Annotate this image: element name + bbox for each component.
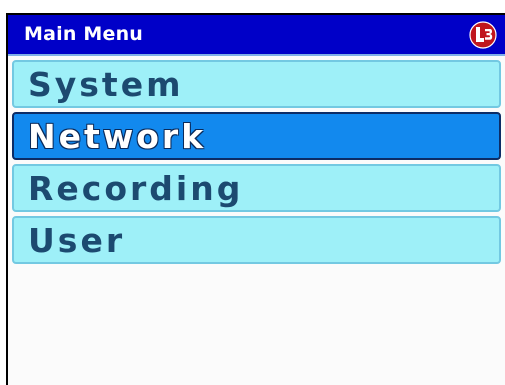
menu-item-label: Recording [28,169,244,208]
main-menu-list: System Network Recording User [12,60,501,268]
title-bar: Main Menu [8,15,505,56]
menu-item-user[interactable]: User [12,216,501,264]
device-screen: Main Menu System Network Recording User [6,13,505,385]
page-title: Main Menu [24,23,144,45]
screen-content: Main Menu System Network Recording User [8,15,505,385]
menu-item-label: System [28,65,184,104]
l3-logo-icon [469,21,497,49]
menu-item-label: User [28,221,126,260]
menu-item-label: Network [28,117,207,156]
menu-item-recording[interactable]: Recording [12,164,501,212]
menu-item-network[interactable]: Network [12,112,501,160]
menu-item-system[interactable]: System [12,60,501,108]
